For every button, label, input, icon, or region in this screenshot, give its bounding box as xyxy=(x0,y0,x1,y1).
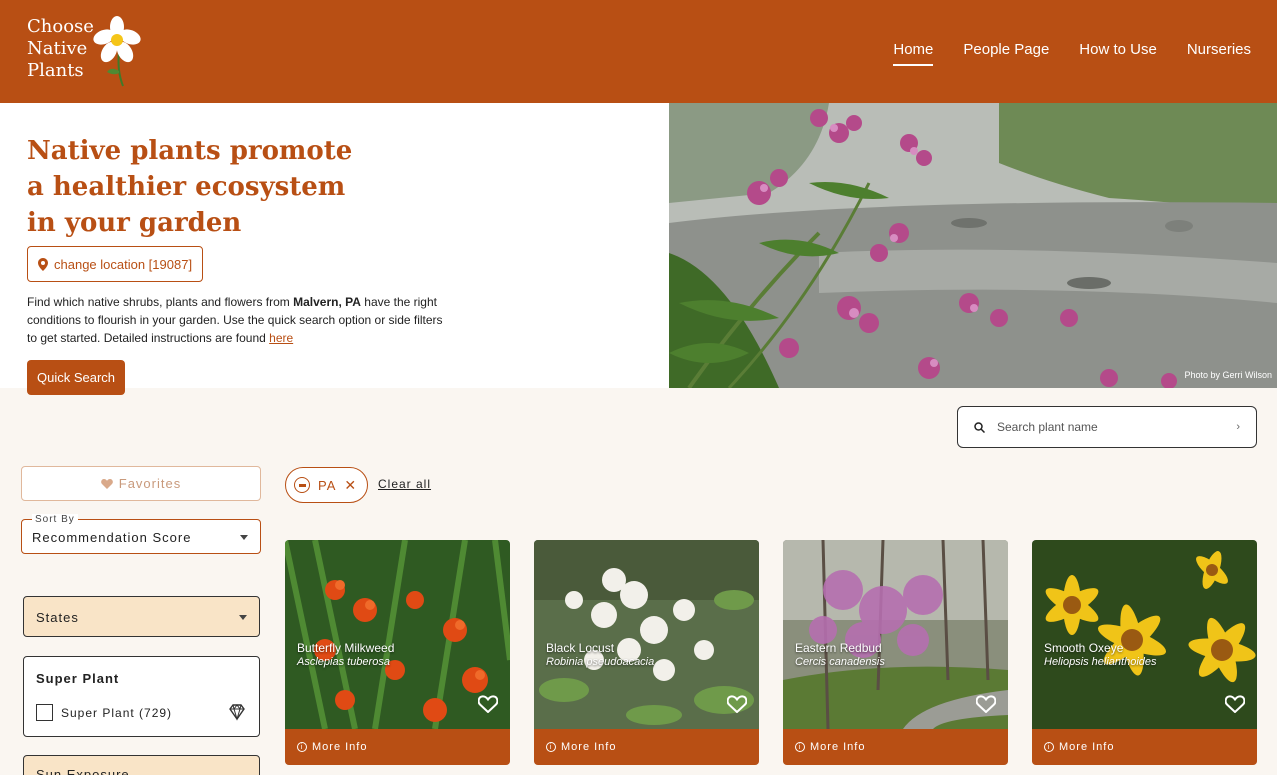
sort-by-value: Recommendation Score xyxy=(32,530,192,545)
nav-nurseries[interactable]: Nurseries xyxy=(1187,41,1251,66)
nav-people-page[interactable]: People Page xyxy=(963,41,1049,66)
quick-search-button[interactable]: Quick Search xyxy=(27,360,126,395)
location-pin-icon xyxy=(38,257,48,271)
more-info-button[interactable]: i More Info xyxy=(285,729,510,765)
plant-name: Eastern Redbud xyxy=(795,641,882,655)
search-input[interactable]: Search plant name xyxy=(997,420,1098,434)
more-info-button[interactable]: i More Info xyxy=(783,729,1008,765)
more-info-label: More Info xyxy=(1059,741,1115,753)
desc-location: Malvern, PA xyxy=(293,295,361,309)
chip-label: PA xyxy=(318,477,337,493)
info-icon: i xyxy=(546,742,556,752)
plant-card[interactable]: Black Locust Robinia pseudoacacia i More… xyxy=(534,540,759,765)
plant-card[interactable]: Smooth Oxeye Heliopsis helianthoides i M… xyxy=(1032,540,1257,765)
change-location-label: change location [19087] xyxy=(54,256,193,272)
plant-scientific-name: Robinia pseudoacacia xyxy=(546,656,655,668)
hero-photo: Photo by Gerri Wilson xyxy=(669,103,1277,388)
plant-photo xyxy=(285,540,510,729)
plant-search-field[interactable]: Search plant name › xyxy=(957,406,1257,448)
sun-exposure-label: Sun Exposure xyxy=(36,767,130,775)
logo[interactable]: Choose Native Plants xyxy=(27,16,152,90)
photo-credit: Photo by Gerri Wilson xyxy=(1184,370,1272,380)
logo-line: Native xyxy=(27,38,88,59)
desc-text: Find which native shrubs, plants and flo… xyxy=(27,295,294,309)
super-plant-option-label: Super Plant (729) xyxy=(61,705,173,720)
remove-circle-icon xyxy=(294,477,310,493)
state-filter-chip[interactable]: PA ✕ xyxy=(285,467,369,503)
chevron-right-icon[interactable]: › xyxy=(1236,421,1240,433)
diamond-icon xyxy=(229,704,245,721)
logo-line: Choose xyxy=(27,16,94,37)
plant-name: Smooth Oxeye xyxy=(1044,641,1124,655)
sun-exposure-filter[interactable]: Sun Exposure xyxy=(23,755,260,775)
states-filter[interactable]: States xyxy=(23,596,260,637)
logo-text: Choose Native Plants xyxy=(27,16,94,82)
main-nav: Home People Page How to Use Nurseries xyxy=(893,41,1251,66)
states-label: States xyxy=(36,610,79,625)
super-plant-filter: Super Plant Super Plant (729) xyxy=(23,656,260,737)
info-icon: i xyxy=(1044,742,1054,752)
header: Choose Native Plants Home People Page Ho… xyxy=(0,0,1277,103)
more-info-button[interactable]: i More Info xyxy=(1032,729,1257,765)
super-plant-option[interactable]: Super Plant (729) xyxy=(36,704,172,721)
favorites-label: Favorites xyxy=(118,476,182,491)
instructions-link[interactable]: here xyxy=(269,331,293,345)
plant-scientific-name: Cercis canadensis xyxy=(795,656,885,668)
favorites-button[interactable]: Favorites xyxy=(21,466,261,501)
logo-line: Plants xyxy=(27,60,84,81)
heart-icon xyxy=(100,478,113,489)
plant-photo xyxy=(534,540,759,729)
favorite-heart-icon[interactable] xyxy=(478,695,498,713)
clear-all-link[interactable]: Clear all xyxy=(378,477,431,491)
super-plant-checkbox[interactable] xyxy=(36,704,53,721)
favorite-heart-icon[interactable] xyxy=(727,695,747,713)
dropdown-caret-icon xyxy=(240,535,248,540)
hero-section: Native plants promote a healthier ecosys… xyxy=(0,103,669,395)
more-info-label: More Info xyxy=(810,741,866,753)
super-plant-title: Super Plant xyxy=(36,671,120,686)
hero-title: Native plants promote a healthier ecosys… xyxy=(27,136,353,238)
nav-how-to-use[interactable]: How to Use xyxy=(1079,41,1157,66)
plant-name: Black Locust xyxy=(546,641,615,655)
change-location-button[interactable]: change location [19087] xyxy=(27,246,204,282)
dropdown-caret-icon xyxy=(239,615,247,620)
more-info-button[interactable]: i More Info xyxy=(534,729,759,765)
plant-name: Butterfly Milkweed xyxy=(297,641,395,655)
favorite-heart-icon[interactable] xyxy=(976,695,996,713)
plant-photo xyxy=(1032,540,1257,729)
plant-photo xyxy=(783,540,1008,729)
plant-scientific-name: Heliopsis helianthoides xyxy=(1044,656,1157,668)
flower-logo-icon xyxy=(93,16,141,87)
close-icon[interactable]: ✕ xyxy=(344,477,357,494)
plant-card[interactable]: Eastern Redbud Cercis canadensis i More … xyxy=(783,540,1008,765)
river-flowers-image xyxy=(669,103,1277,388)
more-info-label: More Info xyxy=(312,741,368,753)
plant-card[interactable]: Butterfly Milkweed Asclepias tuberosa i … xyxy=(285,540,510,765)
nav-home[interactable]: Home xyxy=(893,41,934,66)
sort-by-label: Sort By xyxy=(32,514,78,525)
more-info-label: More Info xyxy=(561,741,617,753)
sort-by-select[interactable]: Sort By Recommendation Score xyxy=(21,514,261,554)
plant-scientific-name: Asclepias tuberosa xyxy=(297,656,390,668)
info-icon: i xyxy=(795,742,805,752)
search-icon xyxy=(974,421,985,433)
info-icon: i xyxy=(297,742,307,752)
favorite-heart-icon[interactable] xyxy=(1225,695,1245,713)
hero-description: Find which native shrubs, plants and flo… xyxy=(27,293,452,347)
